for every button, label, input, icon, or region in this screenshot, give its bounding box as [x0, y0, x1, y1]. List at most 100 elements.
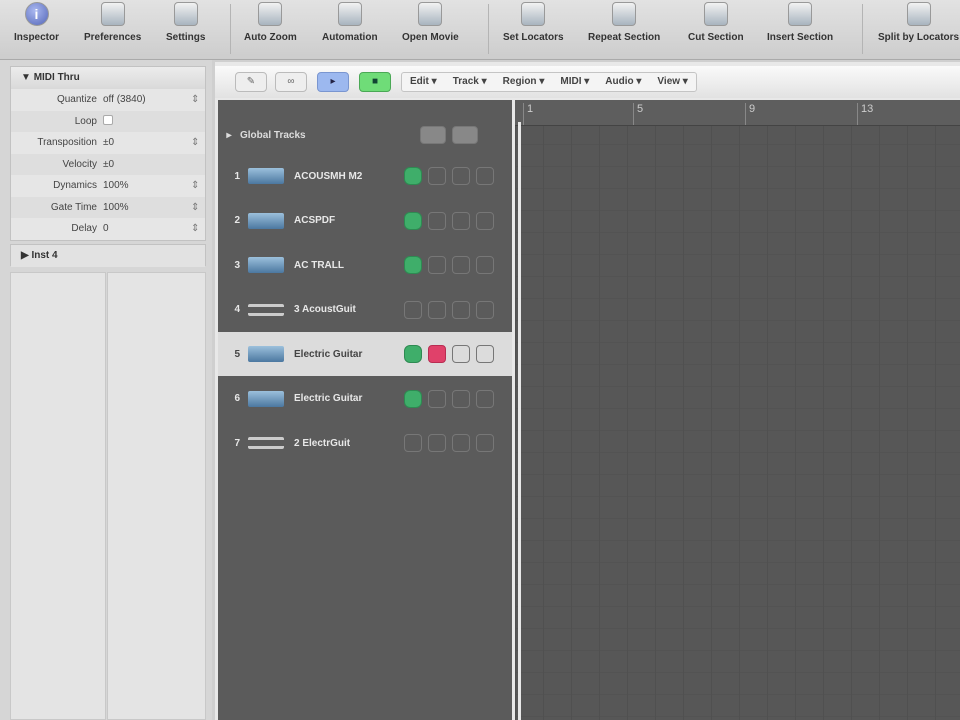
inspector-button[interactable]: i Inspector: [14, 2, 59, 43]
track-row[interactable]: 2 ACSPDF: [218, 199, 512, 243]
param-quantize[interactable]: Quantize off (3840) ⇕: [11, 89, 205, 111]
mute-button[interactable]: [428, 389, 446, 408]
repeat-section-button[interactable]: Repeat Section: [588, 2, 660, 43]
param-delay[interactable]: Delay 0 ⇕: [11, 218, 205, 240]
insert-icon: [788, 2, 813, 26]
freeze-button[interactable]: [476, 167, 494, 185]
record-enable-button[interactable]: [404, 211, 422, 230]
param-dynamics[interactable]: Dynamics 100% ⇕: [11, 175, 205, 197]
stepper-icon[interactable]: ⇕: [191, 137, 205, 148]
solo-button[interactable]: [452, 434, 470, 452]
audio-track-icon: [248, 437, 284, 449]
param-gate-time[interactable]: Gate Time 100% ⇕: [11, 196, 205, 218]
open-movie-button[interactable]: Open Movie: [402, 2, 459, 43]
midi-region-icon: [248, 212, 284, 229]
stepper-icon[interactable]: ⇕: [191, 202, 205, 213]
cut-section-button[interactable]: Cut Section: [688, 2, 744, 43]
mute-button[interactable]: [428, 300, 446, 319]
arrange-toolbar: ✎ ∞ ▸ ■ Edit ▾ Track ▾ Region ▾ MIDI ▾ A…: [215, 66, 960, 98]
automation-icon: [337, 2, 362, 26]
cut-icon: [703, 2, 728, 26]
param-transposition[interactable]: Transposition ±0 ⇕: [11, 132, 205, 154]
bar-ruler[interactable]: 1 5 9 13: [515, 100, 960, 126]
record-enable-button[interactable]: [404, 167, 422, 185]
preferences-button[interactable]: Preferences: [84, 2, 141, 43]
track-name[interactable]: AC TRALL: [294, 260, 404, 271]
track-name[interactable]: ACOUSMH M2: [294, 171, 404, 182]
track-list: ▸ Global Tracks 1 ACOUSMH M2 2 ACSPDF 3 …: [218, 100, 512, 720]
menu-edit[interactable]: Edit ▾: [402, 73, 445, 91]
track-name[interactable]: Electric Guitar: [294, 393, 404, 404]
solo-button[interactable]: [452, 300, 470, 319]
menu-region[interactable]: Region ▾: [495, 73, 553, 91]
freeze-button[interactable]: [476, 300, 494, 319]
insert-section-button[interactable]: Insert Section: [767, 2, 833, 43]
menu-midi[interactable]: MIDI ▾: [552, 73, 597, 91]
midi-thru-header[interactable]: ▼ MIDI Thru: [11, 67, 205, 89]
preferences-icon: [100, 2, 125, 26]
record-enable-button[interactable]: [404, 256, 422, 274]
mute-button[interactable]: [428, 256, 446, 274]
track-name[interactable]: ACSPDF: [294, 215, 404, 226]
record-enable-button[interactable]: [404, 389, 422, 408]
track-row[interactable]: 6 Electric Guitar: [218, 377, 512, 421]
freeze-button[interactable]: [476, 256, 494, 274]
mute-button[interactable]: [428, 211, 446, 230]
param-velocity[interactable]: Velocity ±0: [11, 153, 205, 175]
channel-strip-right: [107, 272, 206, 720]
automation-button[interactable]: Automation: [322, 2, 378, 43]
freeze-button[interactable]: [476, 211, 494, 230]
global-filter-button[interactable]: [420, 126, 446, 144]
track-name[interactable]: 2 ElectrGuit: [294, 438, 404, 449]
record-enable-button[interactable]: [404, 345, 422, 363]
catch-button[interactable]: ▸: [317, 72, 349, 92]
solo-button[interactable]: [452, 211, 470, 230]
global-tracks-row[interactable]: ▸ Global Tracks: [218, 122, 512, 148]
track-name[interactable]: 3 AcoustGuit: [294, 304, 404, 315]
mute-button[interactable]: [428, 434, 446, 452]
ruler-tick: 13: [857, 103, 873, 125]
track-row[interactable]: 4 3 AcoustGuit: [218, 288, 512, 332]
stepper-icon[interactable]: ⇕: [191, 180, 205, 191]
arrange-timeline[interactable]: 1 5 9 13: [515, 100, 960, 720]
track-row[interactable]: 3 AC TRALL: [218, 243, 512, 287]
param-loop[interactable]: Loop: [11, 110, 205, 132]
solo-button[interactable]: [452, 167, 470, 185]
menu-view[interactable]: View ▾: [649, 73, 695, 91]
midi-region-icon: [248, 390, 284, 407]
solo-button[interactable]: [452, 256, 470, 274]
snap-button[interactable]: ■: [359, 72, 391, 92]
record-enable-button[interactable]: [404, 434, 422, 452]
set-locators-button[interactable]: Set Locators: [503, 2, 564, 43]
mute-button[interactable]: [428, 167, 446, 185]
ruler-tick: 1: [523, 103, 533, 125]
global-config-button[interactable]: [452, 126, 478, 144]
solo-button[interactable]: [452, 345, 470, 363]
solo-button[interactable]: [452, 389, 470, 408]
freeze-button[interactable]: [476, 434, 494, 452]
track-name[interactable]: Electric Guitar: [294, 349, 404, 360]
pointer-tool-button[interactable]: ✎: [235, 72, 267, 92]
track-row[interactable]: 5 Electric Guitar: [218, 332, 512, 376]
playhead[interactable]: [518, 122, 521, 720]
disclosure-icon[interactable]: ▸: [218, 130, 240, 141]
record-enable-button[interactable]: [404, 300, 422, 319]
auto-zoom-button[interactable]: Auto Zoom: [244, 2, 297, 43]
track-number: 5: [234, 348, 240, 360]
stepper-icon[interactable]: ⇕: [191, 223, 205, 234]
mute-button[interactable]: [428, 345, 446, 363]
ruler-tick: 9: [745, 103, 755, 125]
freeze-button[interactable]: [476, 345, 494, 363]
track-row[interactable]: 1 ACOUSMH M2: [218, 154, 512, 198]
settings-button[interactable]: Settings: [166, 2, 205, 43]
loop-checkbox[interactable]: [103, 114, 191, 128]
link-button[interactable]: ∞: [275, 72, 307, 92]
freeze-button[interactable]: [476, 389, 494, 408]
inst-section[interactable]: ▶ Inst 4: [10, 244, 206, 267]
split-icon: [906, 2, 931, 26]
track-row[interactable]: 7 2 ElectrGuit: [218, 421, 512, 465]
split-by-locators-button[interactable]: Split by Locators: [878, 2, 959, 43]
stepper-icon[interactable]: ⇕: [191, 94, 205, 105]
menu-track[interactable]: Track ▾: [445, 73, 495, 91]
menu-audio[interactable]: Audio ▾: [597, 73, 649, 91]
